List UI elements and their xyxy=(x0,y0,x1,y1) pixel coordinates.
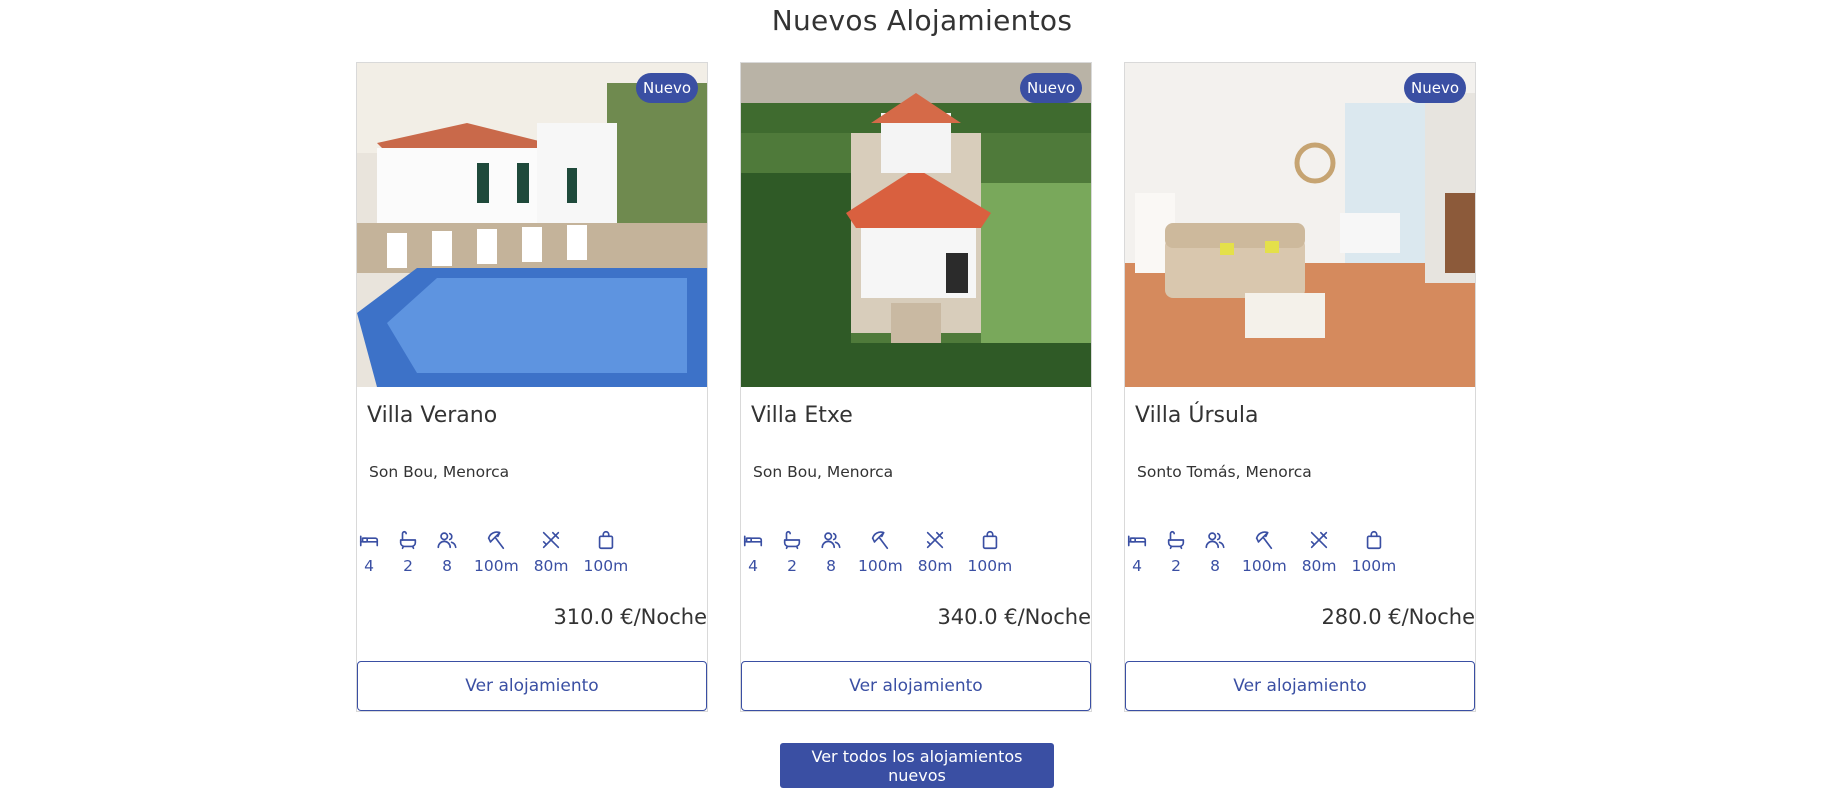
amenity-value: 80m xyxy=(1301,557,1337,575)
listing-location: Son Bou, Menorca xyxy=(753,463,894,481)
amenities-row: 4 2 8 100m 80m 100m xyxy=(741,528,1027,575)
restaurant-icon xyxy=(539,528,563,552)
amenity-bedrooms: 4 xyxy=(357,528,381,575)
new-badge: Nuevo xyxy=(635,73,698,103)
amenity-bedrooms: 4 xyxy=(1125,528,1149,575)
new-badge: Nuevo xyxy=(1019,73,1082,103)
amenity-value: 2 xyxy=(403,557,413,575)
listing-title[interactable]: Villa Úrsula xyxy=(1135,403,1259,428)
amenities-row: 4 2 8 100m 80m 100m xyxy=(357,528,643,575)
bed-icon xyxy=(1125,528,1149,552)
amenity-value: 2 xyxy=(1171,557,1181,575)
amenity-restaurant: 80m xyxy=(918,528,953,575)
bed-icon xyxy=(741,528,765,552)
amenity-value: 80m xyxy=(917,557,953,575)
amenity-value: 4 xyxy=(748,557,758,575)
listings-grid: Nuevo Villa Verano Son Bou, Menorca 4 2 … xyxy=(356,62,1476,712)
amenity-value: 100m xyxy=(1351,557,1397,575)
listing-photo[interactable]: Nuevo xyxy=(741,63,1091,387)
beach-icon xyxy=(484,528,508,552)
amenity-value: 100m xyxy=(1242,557,1287,575)
guests-icon xyxy=(435,528,459,552)
shopping-bag-icon xyxy=(1362,528,1386,552)
listing-title[interactable]: Villa Verano xyxy=(367,403,497,428)
amenity-value: 4 xyxy=(1132,557,1142,575)
listing-price: 340.0 €/Noche xyxy=(937,605,1091,629)
guests-icon xyxy=(819,528,843,552)
restaurant-icon xyxy=(1307,528,1331,552)
amenity-bathrooms: 2 xyxy=(1164,528,1188,575)
amenity-guests: 8 xyxy=(819,528,843,575)
amenity-value: 8 xyxy=(1210,557,1220,575)
listing-photo[interactable]: Nuevo xyxy=(1125,63,1475,387)
listing-card: Nuevo Villa Úrsula Sonto Tomás, Menorca … xyxy=(1124,62,1476,712)
view-listing-button[interactable]: Ver alojamiento xyxy=(357,661,707,711)
guests-icon xyxy=(1203,528,1227,552)
amenity-shops: 100m xyxy=(967,528,1013,575)
shopping-bag-icon xyxy=(978,528,1002,552)
amenity-bedrooms: 4 xyxy=(741,528,765,575)
bathtub-icon xyxy=(1164,528,1188,552)
amenity-shops: 100m xyxy=(583,528,629,575)
view-listing-button[interactable]: Ver alojamiento xyxy=(1125,661,1475,711)
listing-photo[interactable]: Nuevo xyxy=(357,63,707,387)
section-title: Nuevos Alojamientos xyxy=(771,4,1073,37)
amenity-guests: 8 xyxy=(1203,528,1227,575)
amenity-guests: 8 xyxy=(435,528,459,575)
amenity-value: 80m xyxy=(533,557,569,575)
amenities-row: 4 2 8 100m 80m 100m xyxy=(1125,528,1411,575)
bed-icon xyxy=(357,528,381,552)
amenity-shops: 100m xyxy=(1351,528,1397,575)
amenity-beach: 100m xyxy=(858,528,903,575)
restaurant-icon xyxy=(923,528,947,552)
amenity-value: 100m xyxy=(474,557,519,575)
amenity-value: 100m xyxy=(858,557,903,575)
amenity-restaurant: 80m xyxy=(534,528,569,575)
listing-price: 280.0 €/Noche xyxy=(1321,605,1475,629)
listing-price: 310.0 €/Noche xyxy=(553,605,707,629)
amenity-value: 100m xyxy=(583,557,629,575)
amenity-beach: 100m xyxy=(474,528,519,575)
view-listing-button[interactable]: Ver alojamiento xyxy=(741,661,1091,711)
listing-card: Nuevo Villa Verano Son Bou, Menorca 4 2 … xyxy=(356,62,708,712)
bathtub-icon xyxy=(780,528,804,552)
beach-icon xyxy=(1252,528,1276,552)
view-all-new-listings-button[interactable]: Ver todos los alojamientos nuevos xyxy=(780,743,1054,788)
listing-title[interactable]: Villa Etxe xyxy=(751,403,853,428)
listing-location: Sonto Tomás, Menorca xyxy=(1137,463,1312,481)
amenity-value: 4 xyxy=(364,557,374,575)
bathtub-icon xyxy=(396,528,420,552)
beach-icon xyxy=(868,528,892,552)
amenity-bathrooms: 2 xyxy=(780,528,804,575)
amenity-value: 100m xyxy=(967,557,1013,575)
amenity-beach: 100m xyxy=(1242,528,1287,575)
listing-location: Son Bou, Menorca xyxy=(369,463,510,481)
amenity-value: 8 xyxy=(826,557,836,575)
amenity-bathrooms: 2 xyxy=(396,528,420,575)
listing-card: Nuevo Villa Etxe Son Bou, Menorca 4 2 8 … xyxy=(740,62,1092,712)
shopping-bag-icon xyxy=(594,528,618,552)
amenity-value: 2 xyxy=(787,557,797,575)
amenity-restaurant: 80m xyxy=(1302,528,1337,575)
amenity-value: 8 xyxy=(442,557,452,575)
new-badge: Nuevo xyxy=(1403,73,1466,103)
